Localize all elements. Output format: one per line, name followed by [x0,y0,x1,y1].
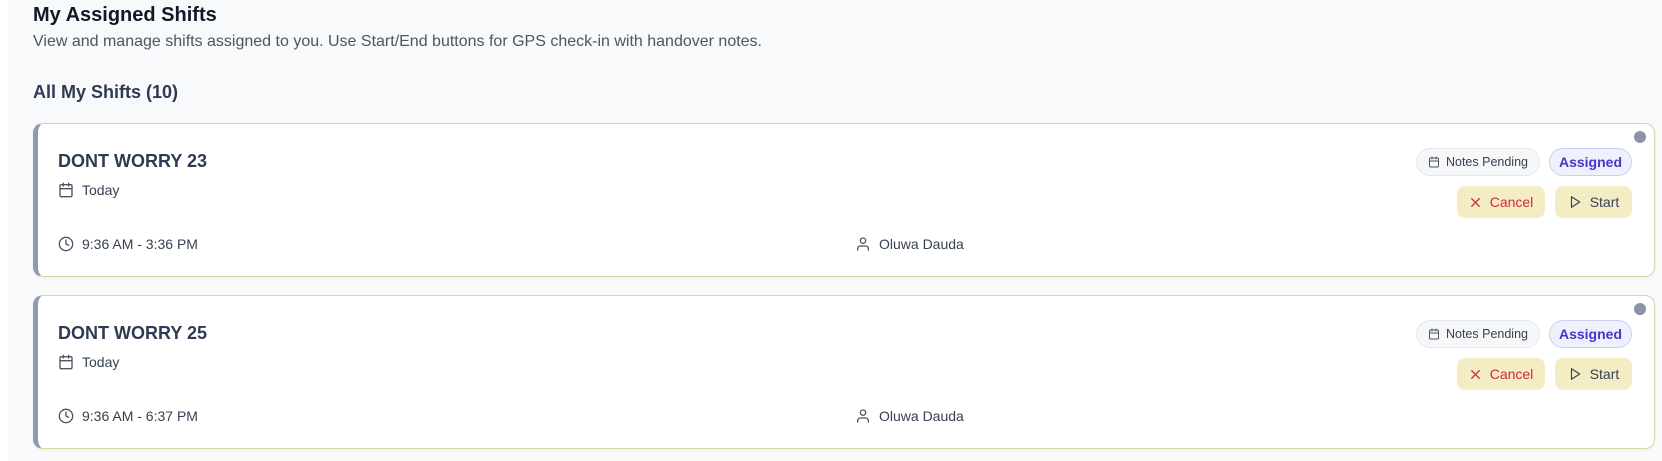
shift-time-text: 9:36 AM - 6:37 PM [82,408,198,424]
shift-person-text: Oluwa Dauda [879,236,964,252]
page: My Assigned Shifts View and manage shift… [8,0,1662,461]
shift-person-text: Oluwa Dauda [879,408,964,424]
shift-card: DONT WORRY 23 Today 9:36 AM - 3:36 PM Ol… [33,123,1655,277]
shift-date: Today [58,354,119,370]
cancel-button[interactable]: Cancel [1457,186,1545,218]
play-icon [1570,196,1580,208]
notes-pending-badge: Notes Pending [1415,320,1540,348]
user-icon [857,409,869,423]
shift-time: 9:36 AM - 6:37 PM [58,408,198,424]
status-dot [1634,131,1646,143]
calendar-icon [1428,156,1439,168]
play-icon [1570,368,1580,380]
shift-person: Oluwa Dauda [855,236,964,252]
shift-person: Oluwa Dauda [855,408,964,424]
clock-icon [58,408,74,424]
start-button[interactable]: Start [1555,358,1632,390]
calendar-icon [1428,328,1439,340]
calendar-icon [59,354,73,370]
user-icon [857,237,869,251]
shift-date-text: Today [82,354,120,370]
x-icon [1470,197,1480,207]
status-badge: Assigned [1548,320,1632,348]
calendar-icon [59,182,73,198]
shift-time: 9:36 AM - 3:36 PM [58,236,198,252]
shift-time-text: 9:36 AM - 3:36 PM [82,236,198,252]
x-icon [1470,369,1480,379]
page-subtitle: View and manage shifts assigned to you. … [33,33,762,50]
section-title: All My Shifts (10) [33,82,179,102]
status-badge: Assigned [1548,148,1632,176]
cancel-button[interactable]: Cancel [1457,358,1545,390]
shift-date: Today [58,182,119,198]
shift-title: DONT WORRY 23 [58,151,208,171]
shift-date-text: Today [82,182,120,198]
shift-card: DONT WORRY 25 Today 9:36 AM - 6:37 PM Ol… [33,295,1655,449]
cancel-label: Cancel [1489,194,1534,210]
cancel-label: Cancel [1489,366,1534,382]
page-title: My Assigned Shifts [33,4,217,26]
notes-pending-label: Notes Pending [1445,327,1528,341]
notes-pending-label: Notes Pending [1445,155,1528,169]
status-dot [1634,303,1646,315]
start-label: Start [1589,366,1620,382]
start-label: Start [1589,194,1620,210]
clock-icon [58,236,74,252]
start-button[interactable]: Start [1555,186,1632,218]
shift-title: DONT WORRY 25 [58,323,208,343]
notes-pending-badge: Notes Pending [1415,148,1540,176]
